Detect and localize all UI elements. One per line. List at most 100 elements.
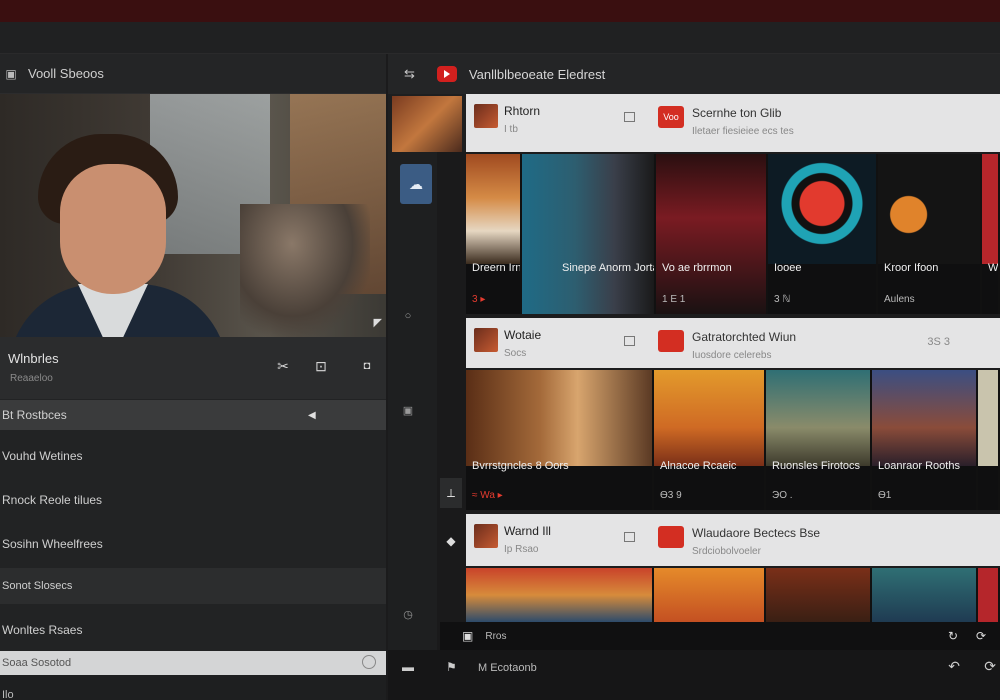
menu-item-label: Bt Rostbces xyxy=(2,408,67,422)
feed-card-header[interactable]: Rhtorn I tb Voo Scernhe ton Glib Iletaer… xyxy=(466,94,1000,152)
video-title: Wlnbrles xyxy=(8,351,59,366)
channel-title[interactable]: Gatratorchted Wiun xyxy=(692,330,796,344)
tile-title: Sinepe Anorm Jortan xyxy=(562,262,656,274)
tile-meta: ЭО . xyxy=(772,490,793,501)
tile-title: Dreern Irnvot xyxy=(472,262,522,274)
menu-item-1[interactable]: Vouhd Wetines xyxy=(0,434,386,478)
search-input[interactable]: Soaa Sosotod xyxy=(0,651,386,675)
rail-thumbnail[interactable] xyxy=(392,96,462,152)
controller-icon[interactable]: ▬ xyxy=(402,660,414,674)
rail-square-icon[interactable]: ▣ xyxy=(400,402,416,418)
youtube-logo-icon[interactable] xyxy=(436,66,457,82)
video-tile[interactable]: Alnacoe Rcaeic Ѳ3 9 xyxy=(654,370,766,510)
left-footer: Ilo xyxy=(0,675,386,700)
menu-item-4[interactable]: Sonot Slosecs xyxy=(0,568,386,604)
video-tile[interactable]: Wlen xyxy=(982,154,1000,314)
rail-mini-button-1[interactable]: ⟂ xyxy=(440,478,462,508)
left-panel-title: Vooll Sbeoos xyxy=(28,66,104,81)
search-icon[interactable] xyxy=(362,655,376,669)
menu-item-label: Vouhd Wetines xyxy=(2,449,83,463)
image-icon[interactable]: ⊡ xyxy=(310,355,332,377)
back-arrows-icon[interactable]: ⇆ xyxy=(404,66,415,82)
channel-logo[interactable] xyxy=(658,330,684,352)
rail-mini-button-2[interactable]: ◆ xyxy=(440,526,462,556)
avatar[interactable] xyxy=(474,328,498,352)
tile-art xyxy=(872,370,976,466)
video-player[interactable]: ◤ xyxy=(0,94,386,337)
search-input-text: Soaa Sosotod xyxy=(2,657,72,669)
tile-title: Bvrrstgncles 8 Oors xyxy=(472,460,569,472)
rail-strip xyxy=(437,152,466,700)
channel-logo[interactable] xyxy=(658,526,684,548)
feed-name: Rhtorn xyxy=(504,104,541,118)
video-tile[interactable]: Sinepe Anorm Jortan xyxy=(522,154,656,314)
repeat-icon[interactable]: ↻ xyxy=(948,629,958,643)
video-tile[interactable]: Bvrrstgncles 8 Oors ≈ Wa ▸ xyxy=(466,370,654,510)
video-tile[interactable] xyxy=(766,568,872,622)
menu-item-5[interactable]: Wonltes Rsaes xyxy=(0,610,386,650)
feed-name: Wotaie xyxy=(504,328,542,342)
menu-item-3[interactable]: Sosihn Wheelfrees xyxy=(0,522,386,566)
tile-title: Vo ae rbrrmon xyxy=(662,262,732,274)
video-tile[interactable]: Loanraor Rooths Ѳ1 xyxy=(872,370,978,510)
menu-item-2[interactable]: Rnock Reole tilues xyxy=(0,478,386,522)
channel-title[interactable]: Scernhe ton Glib xyxy=(692,106,781,120)
video-tile[interactable]: Vo ae rbrrmon 1 E 1 xyxy=(656,154,768,314)
flag-icon[interactable]: ⚑ xyxy=(446,660,457,674)
video-subtitle: Reaaeloo xyxy=(10,373,53,384)
right-footer-text: M Ecotaonb xyxy=(478,662,537,674)
checkbox-icon[interactable] xyxy=(624,112,635,122)
mini-player-bar[interactable]: ▣ Rros ↻ ⟳ xyxy=(440,622,1000,650)
tile-meta: 1 E 1 xyxy=(662,294,686,305)
side-rail: ☁ ○ ▣ ◷ ⟂ ◆ xyxy=(388,94,466,700)
video-tile[interactable]: Kroor Ifoon Aulens xyxy=(878,154,982,314)
rail-clock-icon[interactable]: ◷ xyxy=(400,606,416,622)
right-footer: ▬ ⚑ M Ecotaonb ↶ ⟳ xyxy=(388,650,1000,700)
feed-card-header[interactable]: Warnd Ill Ip Rsao Wlaudaore Bectecs Bse … xyxy=(466,514,1000,566)
rail-circle-icon[interactable]: ○ xyxy=(400,308,416,324)
video-tile[interactable] xyxy=(872,568,978,622)
video-tile[interactable]: Dreern Irnvot 3 ▸ xyxy=(466,154,522,314)
video-tile[interactable]: Iooee 3 ℕ xyxy=(768,154,878,314)
feed: Rhtorn I tb Voo Scernhe ton Glib Iletaer… xyxy=(466,94,1000,700)
menu-item-label: Wonltes Rsaes xyxy=(2,623,83,637)
channel-logo[interactable]: Voo xyxy=(658,106,684,128)
rail-cast-button[interactable]: ☁ xyxy=(400,164,432,204)
video-tile[interactable] xyxy=(654,568,766,622)
playlist-icon[interactable]: ▣ xyxy=(462,629,473,643)
feed-card-header[interactable]: Wotaie Socs Gatratorchted Wiun Iuosdore … xyxy=(466,318,1000,368)
refresh-icon[interactable]: ⟳ xyxy=(976,629,986,643)
mini-player-text: Rros xyxy=(485,630,507,642)
tile-art xyxy=(878,154,980,264)
tile-art xyxy=(522,154,654,314)
channel-title[interactable]: Wlaudaore Bectecs Bse xyxy=(692,526,820,540)
video-tile[interactable] xyxy=(466,568,654,622)
undo-icon[interactable]: ↶ xyxy=(948,658,960,675)
pip-icon[interactable]: ◤ xyxy=(374,316,382,329)
channel-sub: Iletaer fiesieiee ecs tes xyxy=(692,126,794,137)
tile-row: Bvrrstgncles 8 Oors ≈ Wa ▸ Alnacoe Rcaei… xyxy=(466,370,1000,510)
avatar[interactable] xyxy=(474,104,498,128)
menu-item-label: Sosihn Wheelfrees xyxy=(2,537,103,551)
right-panel-title: Vanllblbeoeate Eledrest xyxy=(468,66,606,82)
tile-art xyxy=(768,154,876,264)
cut-icon[interactable]: ✂ xyxy=(272,355,294,377)
chevron-left-icon: ◀ xyxy=(308,409,316,421)
feed-sub: I tb xyxy=(504,124,518,135)
video-presenter xyxy=(8,134,228,337)
more-icon[interactable]: ◘ xyxy=(356,355,378,377)
sync-icon[interactable]: ⟳ xyxy=(984,658,996,675)
sidebar-toggle-icon[interactable]: ▣ xyxy=(4,67,18,81)
avatar[interactable] xyxy=(474,524,498,548)
tile-art xyxy=(656,154,766,314)
checkbox-icon[interactable] xyxy=(624,336,635,346)
checkbox-icon[interactable] xyxy=(624,532,635,542)
menu-item-label: Sonot Slosecs xyxy=(2,580,73,592)
left-panel-header: ▣ Vooll Sbeoos xyxy=(0,54,386,94)
menu-item-0[interactable]: Bt Rostbces ◀ xyxy=(0,400,386,430)
video-tile[interactable] xyxy=(978,568,1000,622)
video-tile[interactable] xyxy=(978,370,1000,510)
video-tile[interactable]: Ruonsles Firotocs ЭО . xyxy=(766,370,872,510)
tile-title: Iooee xyxy=(774,262,802,274)
tile-art xyxy=(466,154,520,264)
